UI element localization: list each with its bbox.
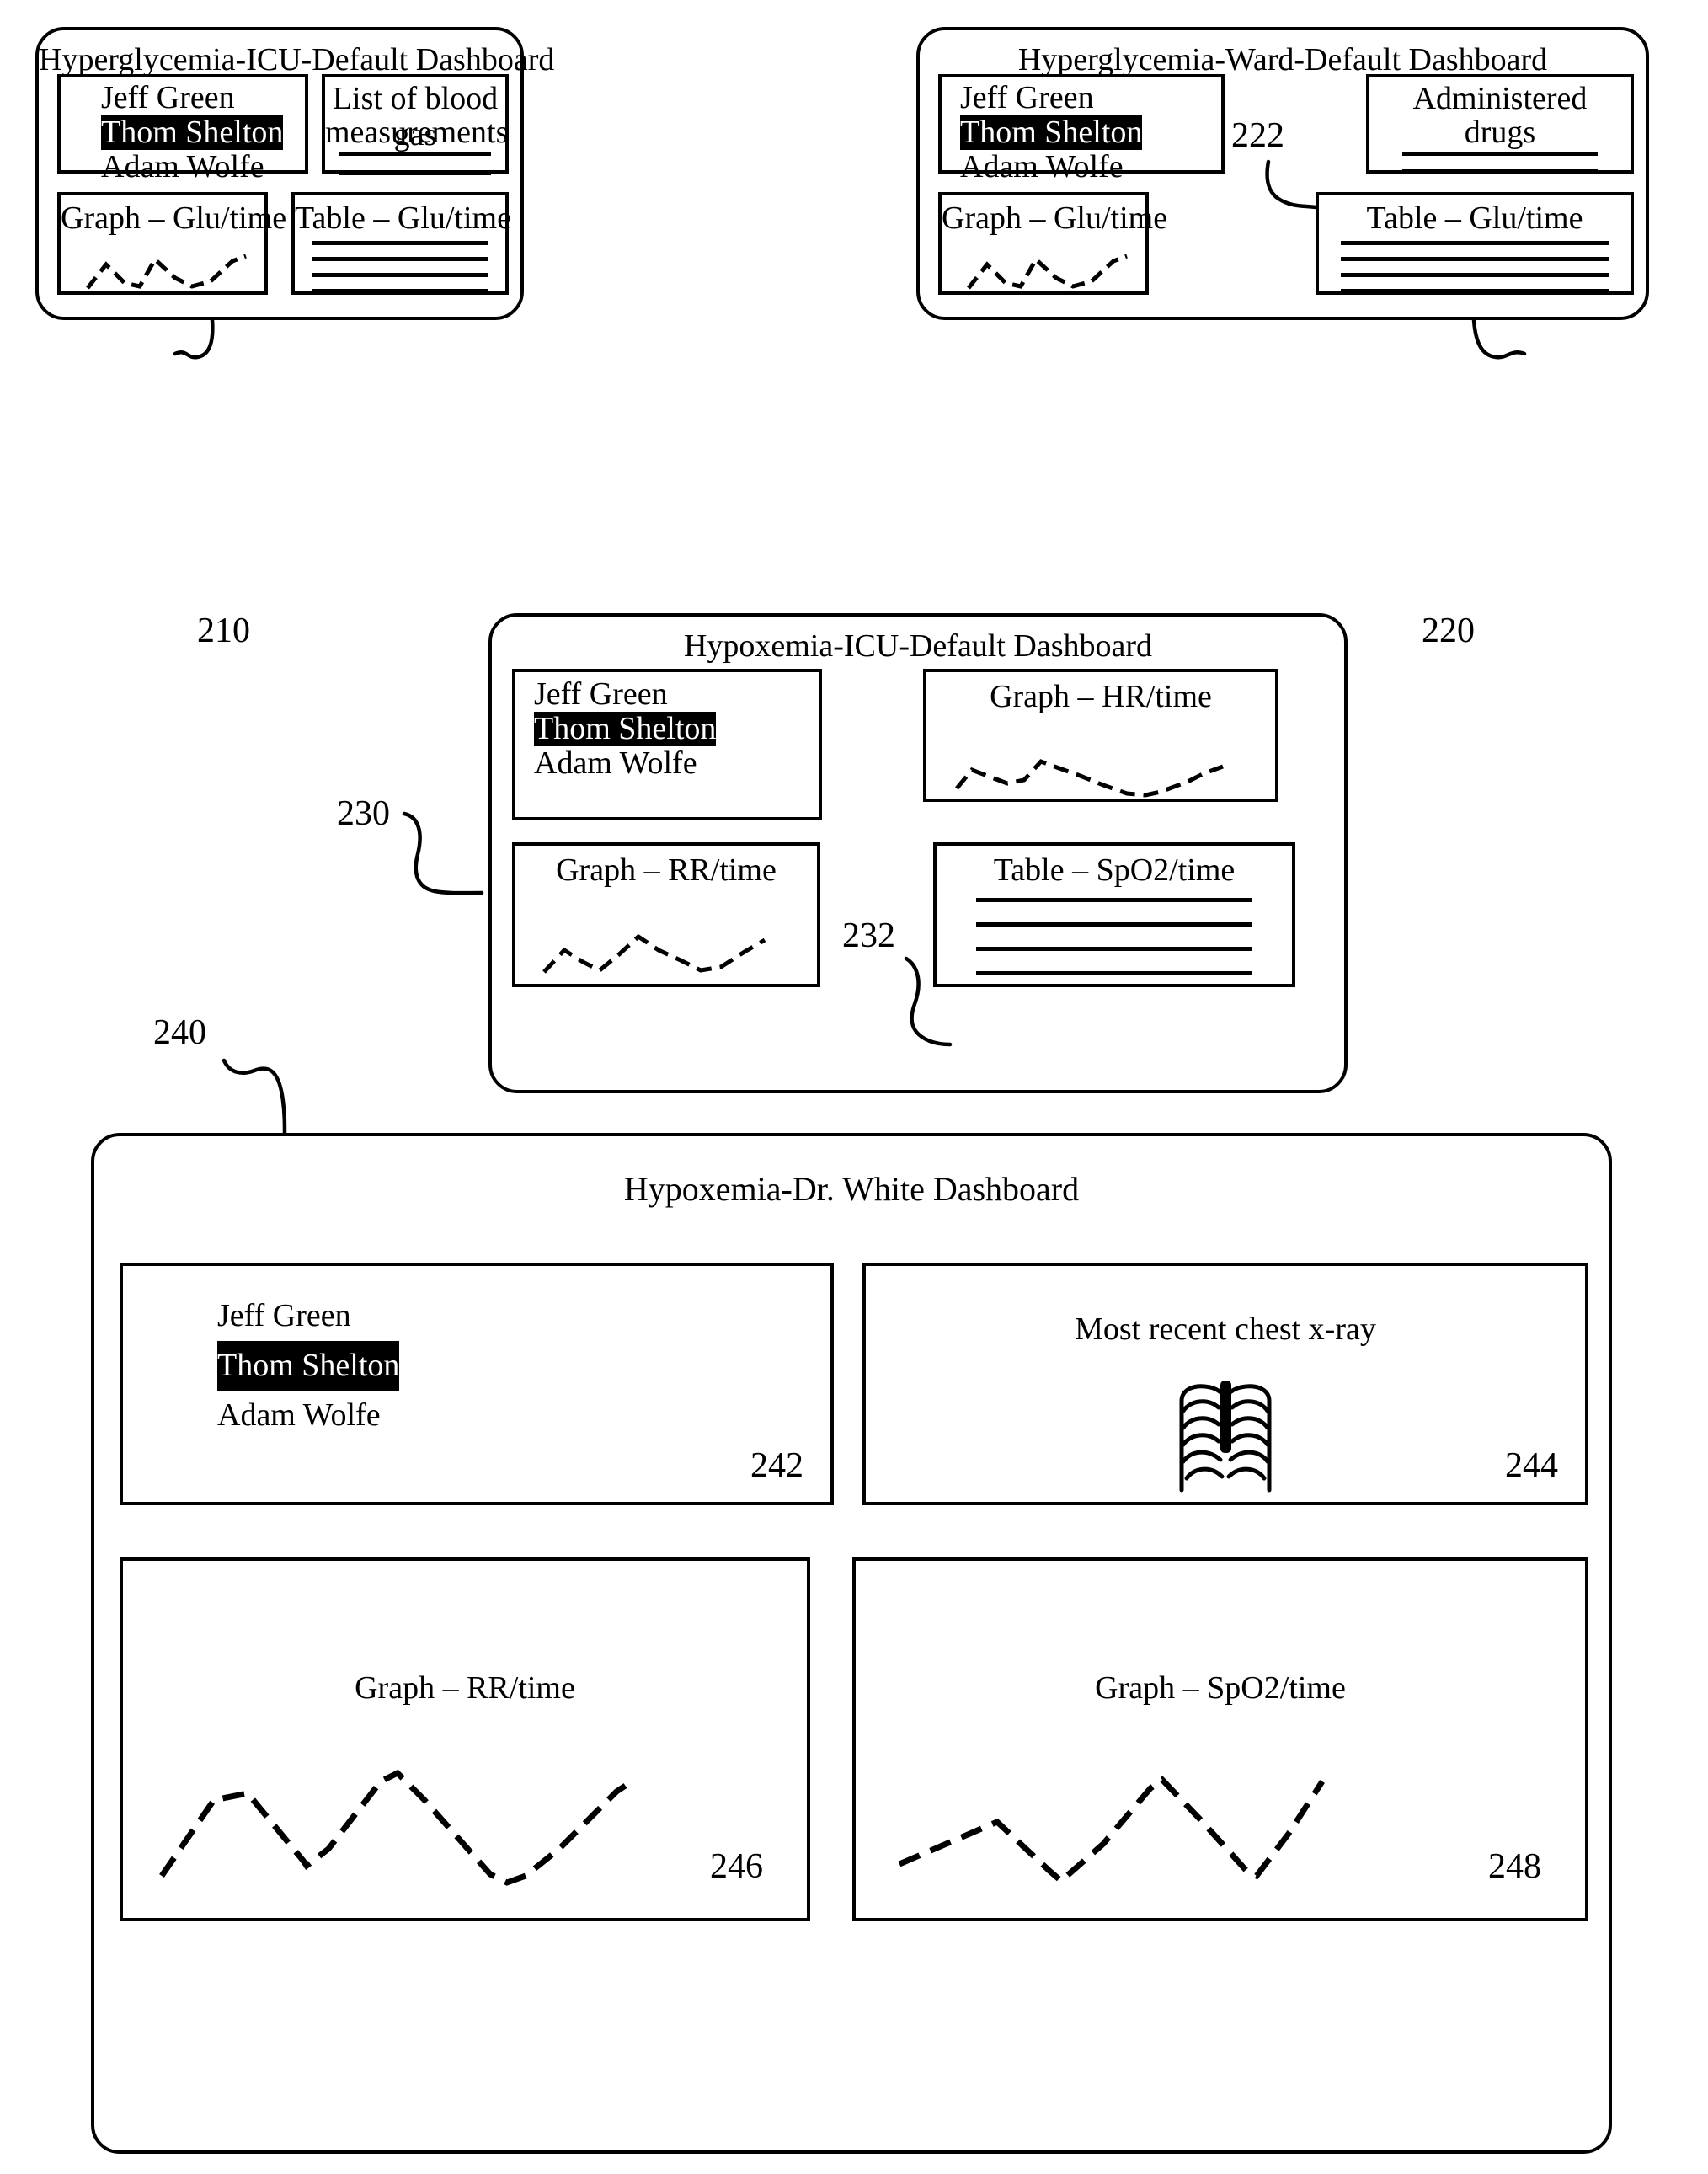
patient-name-thom-shelton-selected[interactable]: Thom Shelton	[217, 1340, 400, 1391]
widget-graph-glu-time-220[interactable]: Graph – Glu/time	[938, 192, 1168, 295]
graph-rr-label-246: Graph – RR/time	[355, 1670, 575, 1706]
patient-name-list-230[interactable]: Jeff Green Thom Shelton Adam Wolfe	[534, 676, 717, 781]
rule-line	[312, 289, 488, 293]
rule-line	[1341, 289, 1609, 293]
widget-graph-glu-time-210[interactable]: Graph – Glu/time	[57, 192, 287, 295]
patient-name-thom-shelton-selected[interactable]: Thom Shelton	[534, 711, 717, 747]
blood-gas-rules	[325, 152, 505, 175]
dashboard-title-240: Hypoxemia-Dr. White Dashboard	[623, 1170, 1080, 1208]
table-glu-label-210: Table – Glu/time	[295, 200, 511, 236]
rule-line	[976, 898, 1252, 902]
rule-line	[312, 257, 488, 261]
widget-graph-rr-time-230[interactable]: Graph – RR/time	[512, 842, 820, 987]
sparkline-hr-230	[955, 759, 1224, 798]
administered-drugs-rules	[1369, 152, 1631, 174]
widget-patient-list-230[interactable]: Jeff Green Thom Shelton Adam Wolfe	[512, 669, 822, 820]
patient-name-list-220[interactable]: Jeff Green Thom Shelton Adam Wolfe	[960, 80, 1143, 184]
leader-line-220	[1471, 318, 1527, 360]
patient-name-list-210[interactable]: Jeff Green Thom Shelton Adam Wolfe	[101, 80, 284, 184]
patient-name-adam-wolfe[interactable]: Adam Wolfe	[960, 150, 1142, 184]
rule-line	[1402, 152, 1598, 156]
widget-administered-drugs-220[interactable]: Administered drugs	[1366, 74, 1634, 174]
leader-line-230	[402, 811, 484, 895]
reference-numeral-210-visible: 210	[197, 612, 250, 650]
chest-xray-label: Most recent chest x-ray	[1075, 1311, 1376, 1347]
reference-numeral-248: 248	[1488, 1847, 1541, 1886]
widget-patient-list-210[interactable]: Jeff Green Thom Shelton Adam Wolfe	[57, 74, 308, 184]
patient-name-jeff-green[interactable]: Jeff Green	[101, 80, 283, 115]
patient-name-list-242[interactable]: Jeff Green Thom Shelton Adam Wolfe	[217, 1291, 400, 1440]
patient-name-jeff-green[interactable]: Jeff Green	[534, 676, 716, 712]
sparkline-rr-230	[542, 933, 766, 974]
dashboard-title-220: Hyperglycemia-Ward-Default Dashboard	[1017, 42, 1548, 77]
dashboard-hypoxemia-dr-white[interactable]: Hypoxemia-Dr. White Dashboard Jeff Green…	[91, 1133, 1612, 2154]
graph-glu-label-210: Graph – Glu/time	[61, 200, 287, 236]
dashboard-hyperglycemia-icu-default[interactable]: Hyperglycemia-ICU-Default Dashboard Jeff…	[35, 27, 555, 320]
blood-gas-label-line2: measurements	[325, 115, 509, 150]
sparkline-glu-210	[86, 254, 247, 290]
graph-glu-label-220: Graph – Glu/time	[942, 200, 1168, 236]
administered-drugs-label-line2: drugs	[1464, 115, 1536, 150]
reference-numeral-222: 222	[1231, 116, 1284, 155]
reference-numeral-242: 242	[750, 1446, 803, 1485]
patient-name-thom-shelton-selected[interactable]: Thom Shelton	[960, 115, 1143, 151]
reference-numeral-246: 246	[710, 1847, 763, 1886]
rule-line	[976, 922, 1252, 927]
table-glu-rules-210	[295, 241, 505, 293]
widget-graph-spo2-time-248[interactable]: Graph – SpO2/time 248	[852, 1557, 1588, 1921]
reference-numeral-232: 232	[842, 916, 895, 955]
patient-name-adam-wolfe[interactable]: Adam Wolfe	[101, 150, 283, 184]
rule-line	[339, 152, 491, 156]
rule-line	[976, 947, 1252, 951]
reference-numeral-244: 244	[1505, 1446, 1558, 1485]
patient-name-thom-shelton-selected[interactable]: Thom Shelton	[101, 115, 284, 151]
rule-line	[1402, 169, 1598, 174]
dashboard-title-210: Hyperglycemia-ICU-Default Dashboard	[39, 42, 555, 77]
table-spo2-label-230: Table – SpO2/time	[993, 852, 1236, 888]
administered-drugs-label-line1: Administered	[1412, 81, 1588, 116]
rule-line	[1341, 241, 1609, 245]
widget-patient-list-220[interactable]: Jeff Green Thom Shelton Adam Wolfe	[938, 74, 1225, 184]
widget-blood-gas-list-210[interactable]: List of blood gas measurements	[322, 74, 509, 175]
patient-name-adam-wolfe[interactable]: Adam Wolfe	[534, 746, 716, 781]
graph-hr-label-230: Graph – HR/time	[990, 679, 1212, 714]
widget-graph-hr-time-230[interactable]: Graph – HR/time	[923, 669, 1278, 802]
sparkline-glu-220	[967, 254, 1128, 290]
ribcage-icon	[1179, 1381, 1272, 1493]
graph-spo2-label-248: Graph – SpO2/time	[1095, 1670, 1346, 1706]
widget-graph-rr-time-246[interactable]: Graph – RR/time 246	[120, 1557, 810, 1921]
reference-numeral-230: 230	[337, 794, 390, 833]
rule-line	[976, 971, 1252, 975]
widget-chest-xray-244[interactable]: Most recent chest x-ray 244	[862, 1263, 1588, 1505]
leader-line-222	[1265, 159, 1318, 210]
reference-numeral-220: 220	[1422, 612, 1475, 650]
sparkline-rr-246	[159, 1769, 633, 1886]
dashboard-title-230: Hypoxemia-ICU-Default Dashboard	[683, 628, 1153, 664]
patient-name-jeff-green[interactable]: Jeff Green	[960, 80, 1142, 115]
graph-rr-label-230: Graph – RR/time	[556, 852, 777, 888]
widget-table-glu-time-210[interactable]: Table – Glu/time	[291, 192, 511, 295]
patient-name-adam-wolfe[interactable]: Adam Wolfe	[217, 1391, 399, 1440]
rule-line	[1341, 257, 1609, 261]
leader-line-232	[904, 956, 953, 1047]
rule-line	[1341, 273, 1609, 277]
sparkline-spo2-248	[898, 1776, 1325, 1885]
patient-name-jeff-green[interactable]: Jeff Green	[217, 1291, 399, 1341]
table-glu-rules-220	[1319, 241, 1631, 293]
rule-line	[339, 171, 491, 175]
widget-patient-list-242[interactable]: Jeff Green Thom Shelton Adam Wolfe 242	[120, 1263, 834, 1505]
rule-line	[312, 273, 488, 277]
reference-numeral-240: 240	[153, 1013, 206, 1052]
rule-line	[312, 241, 488, 245]
leader-line-210	[173, 318, 215, 360]
